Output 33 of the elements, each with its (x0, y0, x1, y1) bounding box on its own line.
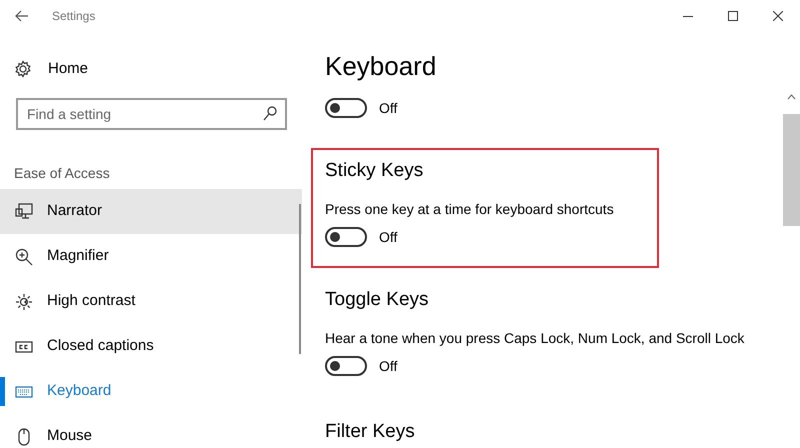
monitor-icon (15, 202, 33, 220)
back-arrow-icon (15, 10, 29, 22)
home-link[interactable]: Home (0, 54, 102, 84)
section-heading: Sticky Keys (325, 159, 424, 183)
sidebar-item[interactable]: Mouse (0, 414, 302, 448)
gear-icon (14, 60, 32, 78)
toggle-label: Off (379, 98, 398, 118)
sidebar-scrollbar[interactable] (299, 204, 301, 354)
search-icon (261, 105, 279, 123)
window-title: Settings (52, 8, 96, 25)
section-description: Hear a tone when you press Caps Lock, Num Lock, and Scroll Lock (325, 329, 746, 347)
section-label: Ease of Access (14, 164, 111, 183)
close-icon (772, 11, 782, 21)
toggle-switch[interactable] (325, 356, 367, 376)
section-description: Press one key at a time for keyboard shortcuts (325, 200, 615, 218)
sidebar-item[interactable]: Magnifier (0, 234, 302, 279)
search-field[interactable]: Find a setting (16, 98, 287, 130)
toggle-switch[interactable] (325, 98, 367, 118)
toggle-label: Off (379, 228, 398, 246)
sidebar-item[interactable]: Narrator (0, 189, 302, 234)
toggle-switch[interactable] (325, 227, 367, 247)
maximize-icon (728, 11, 738, 21)
selection-indicator (0, 377, 5, 406)
section-heading: Toggle Keys (325, 288, 430, 312)
scroll-up-icon[interactable] (787, 94, 796, 100)
sun-icon (15, 292, 33, 310)
sidebar-item[interactable]: Keyboard (0, 369, 302, 414)
sidebar-item[interactable]: Closed captions (0, 324, 302, 369)
section-heading: Filter Keys (325, 420, 416, 444)
zoom-in-icon (15, 248, 33, 266)
page-title: Keyboard (325, 50, 438, 83)
sidebar-item[interactable]: High contrast (0, 279, 302, 324)
toggle-label: Off (379, 356, 398, 376)
